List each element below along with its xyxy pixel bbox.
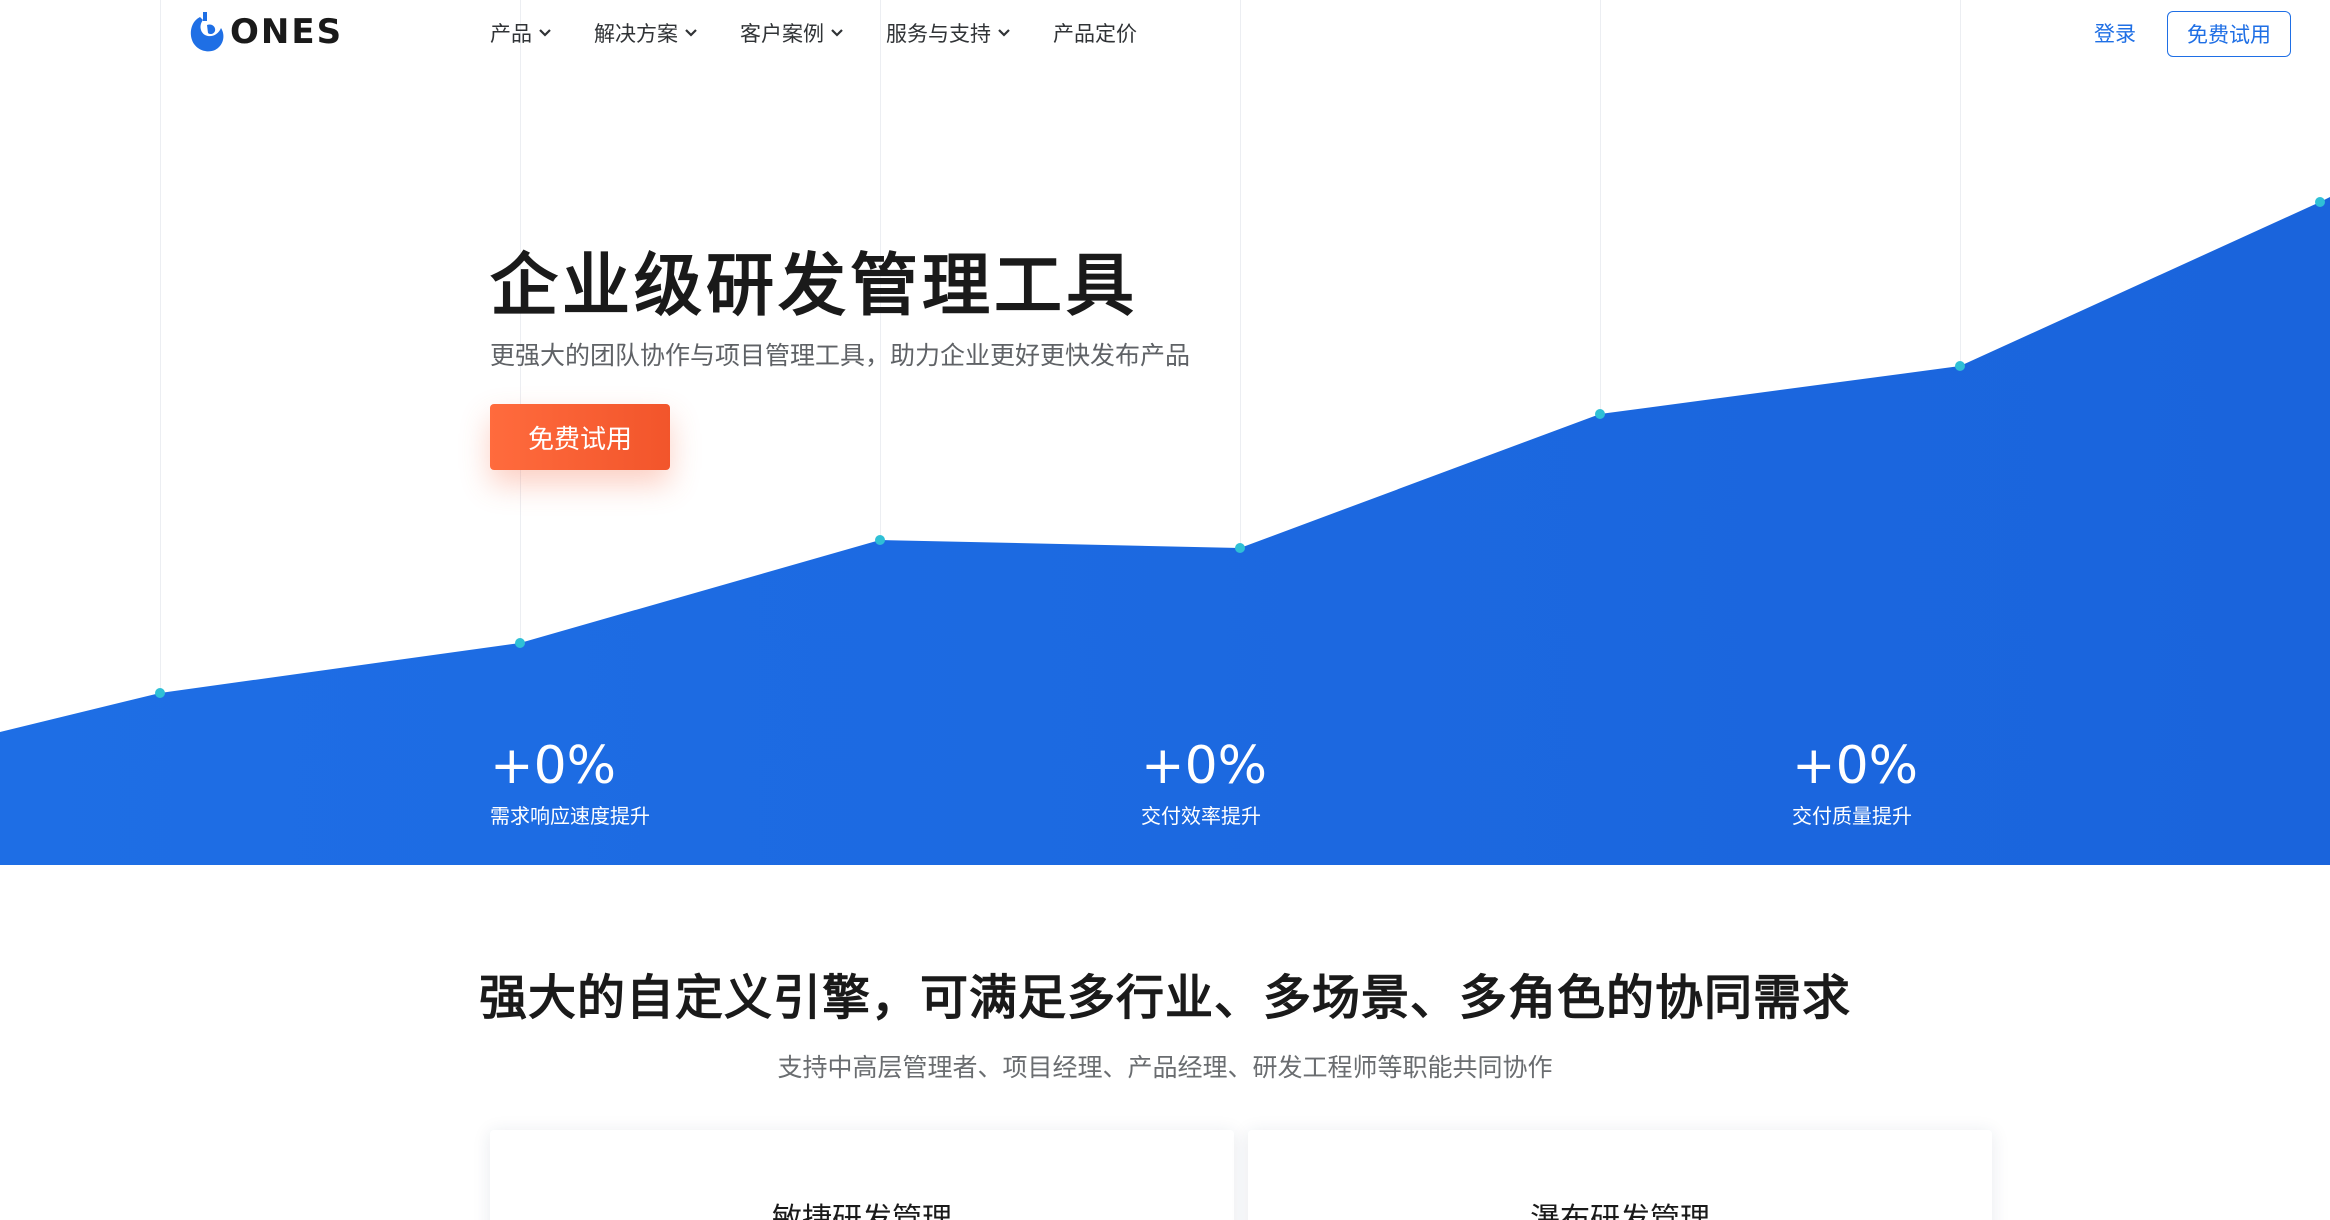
- chart-point: [1235, 543, 1245, 553]
- menu-item-pricing[interactable]: 产品定价: [1053, 16, 1137, 50]
- hero-subtitle: 更强大的团队协作与项目管理工具，助力企业更好更快发布产品: [490, 341, 1191, 370]
- chart-point: [155, 688, 165, 698]
- card-agile-management[interactable]: 敏捷研发管理: [490, 1130, 1234, 1220]
- logo[interactable]: ONES: [188, 8, 343, 56]
- stat-label: 需求响应速度提升: [490, 804, 650, 828]
- stat-item: +0% 交付质量提升: [1792, 736, 1918, 829]
- card-waterfall-management[interactable]: 瀑布研发管理: [1248, 1130, 1992, 1220]
- menu-item-label: 客户案例: [740, 22, 824, 46]
- menu-item-customer-cases[interactable]: 客户案例: [740, 16, 844, 50]
- stat-value: +0%: [490, 736, 617, 796]
- section-title: 强大的自定义引擎，可满足多行业、多场景、多角色的协同需求: [478, 970, 1851, 1026]
- menu-item-label: 产品定价: [1053, 22, 1137, 46]
- menu-item-solutions[interactable]: 解决方案: [594, 16, 698, 50]
- chevron-down-icon: [539, 29, 551, 37]
- free-trial-hero-button[interactable]: 免费试用: [490, 404, 670, 470]
- top-navbar: ONES 产品 解决方案 客户案例 服务与支持 产品定价 登录 免费试用: [0, 0, 2330, 68]
- free-trial-nav-button[interactable]: 免费试用: [2167, 11, 2291, 57]
- card-title: 瀑布研发管理: [1530, 1202, 1710, 1220]
- login-link[interactable]: 登录: [2094, 18, 2136, 48]
- logo-text: ONES: [230, 12, 344, 52]
- stat-label: 交付效率提升: [1141, 804, 1261, 828]
- chart-point: [515, 638, 525, 648]
- chevron-down-icon: [685, 29, 697, 37]
- hero-title: 企业级研发管理工具: [490, 247, 1139, 326]
- hero-section: ONES 产品 解决方案 客户案例 服务与支持 产品定价 登录 免费试用 企业级…: [0, 0, 2330, 865]
- menu-item-label: 服务与支持: [886, 22, 991, 46]
- chevron-down-icon: [998, 29, 1010, 37]
- stat-item: +0% 交付效率提升: [1141, 736, 1267, 829]
- stat-value: +0%: [1141, 736, 1268, 796]
- chevron-down-icon: [831, 29, 843, 37]
- stat-item: +0% 需求响应速度提升: [490, 736, 650, 829]
- menu-item-product[interactable]: 产品: [490, 16, 552, 50]
- card-title: 敏捷研发管理: [772, 1202, 952, 1220]
- chart-point: [1955, 361, 1965, 371]
- stat-value: +0%: [1792, 736, 1919, 796]
- ones-logo-icon: [190, 12, 224, 52]
- menu-item-label: 产品: [490, 22, 532, 46]
- chart-point: [2315, 197, 2325, 207]
- menu-item-label: 解决方案: [594, 22, 678, 46]
- menu-item-service-support[interactable]: 服务与支持: [886, 16, 1011, 50]
- stat-label: 交付质量提升: [1792, 804, 1912, 828]
- chart-point: [1595, 409, 1605, 419]
- chart-point: [875, 535, 885, 545]
- section-subtitle: 支持中高层管理者、项目经理、产品经理、研发工程师等职能共同协作: [777, 1053, 1553, 1082]
- main-menu: 产品 解决方案 客户案例 服务与支持 产品定价: [490, 16, 1179, 50]
